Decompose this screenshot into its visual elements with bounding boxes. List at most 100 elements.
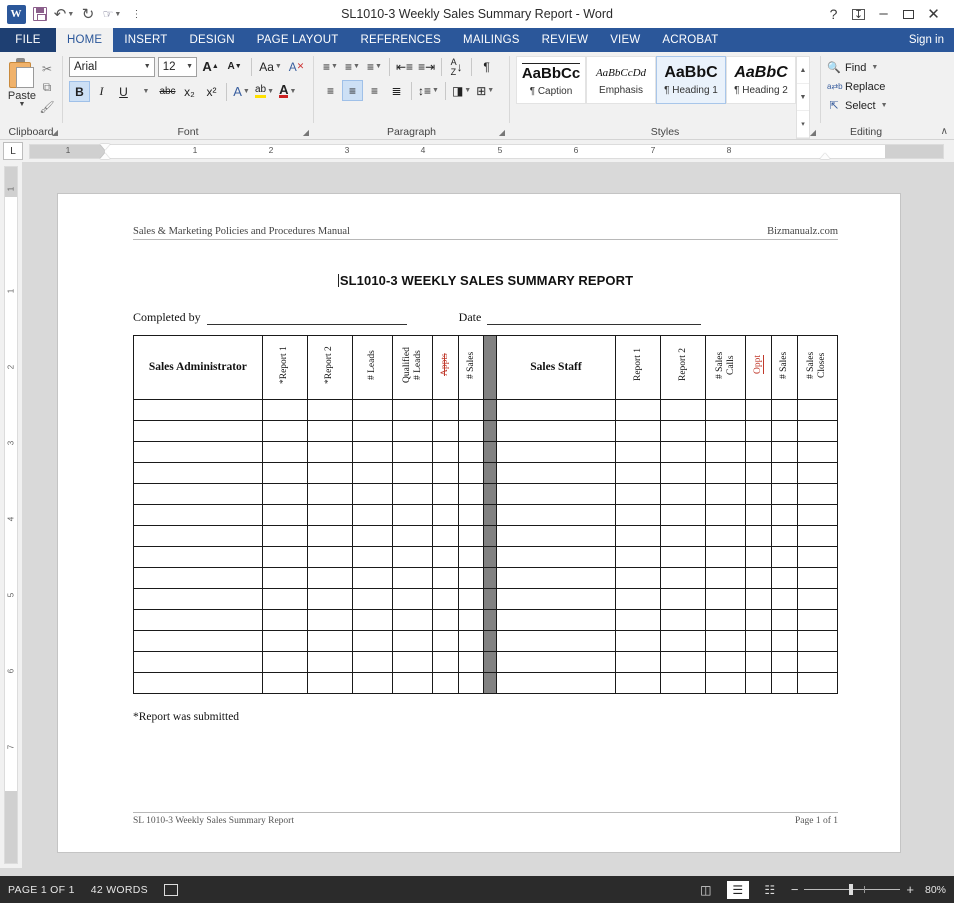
line-spacing-icon[interactable]: ↕≡▼ (416, 80, 441, 101)
vertical-ruler-track[interactable]: 1 1 2 3 4 5 6 7 (4, 166, 18, 864)
find-button[interactable]: 🔍 Find ▼ (827, 58, 905, 77)
table-cell[interactable] (392, 631, 432, 652)
table-cell[interactable] (307, 463, 352, 484)
table-cell[interactable] (458, 673, 484, 694)
justify-icon[interactable]: ≣ (386, 80, 407, 101)
styles-dialog-launcher[interactable]: ◢ (810, 128, 816, 137)
bold-button[interactable]: B (69, 81, 90, 102)
table-cell[interactable] (661, 526, 706, 547)
table-cell[interactable] (706, 421, 746, 442)
italic-button[interactable]: I (91, 81, 112, 102)
table-cell[interactable] (262, 652, 307, 673)
table-cell[interactable] (797, 610, 837, 631)
table-cell[interactable] (433, 673, 459, 694)
table-cell[interactable] (616, 631, 661, 652)
table-cell[interactable] (134, 442, 263, 463)
table-cell[interactable] (352, 610, 392, 631)
table-cell[interactable] (797, 673, 837, 694)
table-cell[interactable] (262, 463, 307, 484)
table-cell[interactable] (392, 505, 432, 526)
table-cell[interactable] (392, 547, 432, 568)
table-cell[interactable] (307, 400, 352, 421)
table-cell[interactable] (392, 484, 432, 505)
table-cell[interactable] (706, 610, 746, 631)
tab-insert[interactable]: INSERT (113, 28, 178, 52)
table-cell[interactable] (262, 526, 307, 547)
table-cell[interactable] (433, 484, 459, 505)
table-cell[interactable] (262, 589, 307, 610)
table-cell[interactable] (661, 673, 706, 694)
table-cell[interactable] (746, 421, 772, 442)
clipboard-dialog-launcher[interactable]: ◢ (52, 128, 58, 137)
table-cell[interactable] (706, 526, 746, 547)
tab-references[interactable]: REFERENCES (349, 28, 452, 52)
table-cell[interactable] (496, 442, 615, 463)
table-cell[interactable] (661, 484, 706, 505)
maximize-button[interactable] (896, 1, 921, 27)
table-cell[interactable] (797, 589, 837, 610)
table-cell[interactable] (134, 673, 263, 694)
show-formatting-marks-icon[interactable]: ¶ (476, 56, 497, 77)
page-indicator[interactable]: PAGE 1 OF 1 (8, 884, 75, 896)
table-cell[interactable] (352, 673, 392, 694)
table-cell[interactable] (771, 442, 797, 463)
table-cell[interactable] (307, 442, 352, 463)
font-size-input[interactable]: 12 ▼ (158, 57, 197, 77)
customize-quick-access-icon[interactable]: ⋮ (124, 2, 148, 26)
zoom-slider-thumb[interactable] (849, 884, 853, 895)
table-cell[interactable] (746, 400, 772, 421)
table-cell[interactable] (771, 631, 797, 652)
clear-formatting-icon[interactable]: A✕ (286, 56, 307, 77)
table-cell[interactable] (661, 463, 706, 484)
style-caption[interactable]: AaBbCc ¶ Caption (516, 56, 586, 104)
table-cell[interactable] (458, 463, 484, 484)
table-cell[interactable] (706, 589, 746, 610)
underline-button[interactable]: U (113, 81, 134, 102)
select-button[interactable]: ⇱ Select ▼ (827, 96, 905, 115)
table-cell[interactable] (661, 568, 706, 589)
table-cell[interactable] (616, 547, 661, 568)
table-row[interactable] (134, 610, 838, 631)
table-cell[interactable] (661, 421, 706, 442)
read-mode-button[interactable]: ◫ (695, 881, 717, 899)
table-cell[interactable] (352, 631, 392, 652)
align-right-icon[interactable]: ≡ (364, 80, 385, 101)
table-cell[interactable] (307, 568, 352, 589)
table-cell[interactable] (307, 484, 352, 505)
table-row[interactable] (134, 505, 838, 526)
table-cell[interactable] (496, 547, 615, 568)
align-center-icon[interactable]: ≡ (342, 80, 363, 101)
table-cell[interactable] (458, 526, 484, 547)
table-cell[interactable] (392, 526, 432, 547)
style-heading-2[interactable]: AaBbC ¶ Heading 2 (726, 56, 796, 104)
minimize-button[interactable]: – (871, 1, 896, 27)
table-cell[interactable] (496, 631, 615, 652)
font-size-caret-icon[interactable]: ▼ (186, 63, 193, 70)
table-cell[interactable] (458, 568, 484, 589)
table-cell[interactable] (352, 589, 392, 610)
table-cell[interactable] (352, 652, 392, 673)
styles-scroll-down-icon[interactable]: ▼ (797, 84, 809, 111)
table-cell[interactable] (616, 400, 661, 421)
table-row[interactable] (134, 400, 838, 421)
table-cell[interactable] (616, 505, 661, 526)
tab-design[interactable]: DESIGN (178, 28, 245, 52)
table-cell[interactable] (262, 673, 307, 694)
zoom-in-button[interactable]: + (906, 882, 914, 897)
table-cell[interactable] (496, 568, 615, 589)
text-effects-icon[interactable]: A▼ (231, 81, 252, 102)
table-cell[interactable] (433, 568, 459, 589)
table-cell[interactable] (616, 421, 661, 442)
table-cell[interactable] (746, 652, 772, 673)
table-cell[interactable] (661, 652, 706, 673)
document-page[interactable]: Sales & Marketing Policies and Procedure… (58, 194, 900, 852)
table-cell[interactable] (134, 505, 263, 526)
table-cell[interactable] (706, 673, 746, 694)
font-name-input[interactable]: Arial ▼ (69, 57, 155, 77)
table-cell[interactable] (797, 400, 837, 421)
table-row[interactable] (134, 442, 838, 463)
style-emphasis[interactable]: AaBbCcDd Emphasis (586, 56, 656, 104)
numbering-icon[interactable]: ≡▼ (342, 56, 363, 77)
table-cell[interactable] (746, 526, 772, 547)
table-cell[interactable] (616, 484, 661, 505)
